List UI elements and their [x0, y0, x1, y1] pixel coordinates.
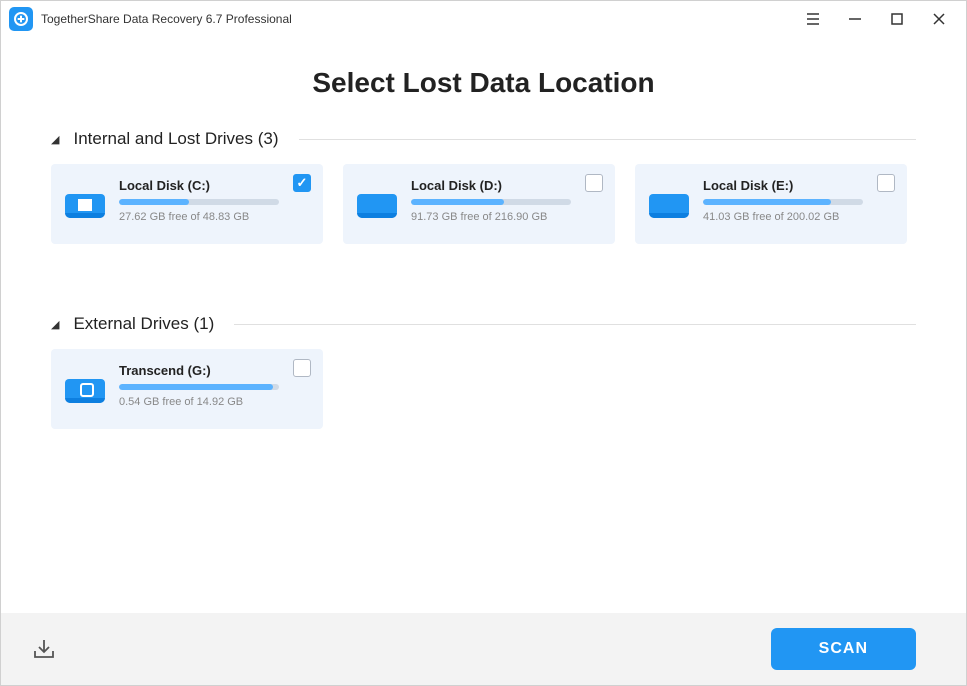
usage-bar: [119, 199, 279, 205]
drive-info: Local Disk (D:) 91.73 GB free of 216.90 …: [411, 178, 601, 230]
drive-space: 27.62 GB free of 48.83 GB: [119, 211, 309, 223]
drive-name: Local Disk (D:): [411, 178, 601, 193]
section-external-header[interactable]: ◢ External Drives (1): [51, 314, 916, 334]
divider: [299, 139, 916, 140]
chevron-down-icon: ◢: [51, 133, 59, 146]
usage-bar: [703, 199, 863, 205]
main-content: Select Lost Data Location ◢ Internal and…: [1, 37, 966, 613]
minimize-icon[interactable]: [846, 10, 864, 28]
drive-info: Transcend (G:) 0.54 GB free of 14.92 GB: [119, 363, 309, 415]
drive-info: Local Disk (C:) 27.62 GB free of 48.83 G…: [119, 178, 309, 230]
drive-info: Local Disk (E:) 41.03 GB free of 200.02 …: [703, 178, 893, 230]
app-logo-icon: [9, 7, 33, 31]
drive-card[interactable]: Transcend (G:) 0.54 GB free of 14.92 GB: [51, 349, 323, 429]
drive-icon: [649, 186, 689, 218]
drive-checkbox[interactable]: [585, 174, 603, 192]
titlebar-controls: [804, 10, 958, 28]
drive-card[interactable]: Local Disk (E:) 41.03 GB free of 200.02 …: [635, 164, 907, 244]
drive-space: 0.54 GB free of 14.92 GB: [119, 396, 309, 408]
drive-name: Local Disk (C:): [119, 178, 309, 193]
drive-card[interactable]: Local Disk (C:) 27.62 GB free of 48.83 G…: [51, 164, 323, 244]
internal-drives-grid: Local Disk (C:) 27.62 GB free of 48.83 G…: [51, 164, 916, 244]
drive-checkbox[interactable]: [877, 174, 895, 192]
footer: SCAN: [1, 613, 966, 685]
usage-bar: [411, 199, 571, 205]
chevron-down-icon: ◢: [51, 318, 59, 331]
drive-name: Transcend (G:): [119, 363, 309, 378]
section-internal-header[interactable]: ◢ Internal and Lost Drives (3): [51, 129, 916, 149]
drive-name: Local Disk (E:): [703, 178, 893, 193]
app-title: TogetherShare Data Recovery 6.7 Professi…: [41, 12, 804, 26]
menu-icon[interactable]: [804, 10, 822, 28]
drive-checkbox[interactable]: [293, 359, 311, 377]
scan-button[interactable]: SCAN: [771, 628, 916, 670]
external-drives-grid: Transcend (G:) 0.54 GB free of 14.92 GB: [51, 349, 916, 429]
drive-icon: [65, 186, 105, 218]
section-internal-label: Internal and Lost Drives (3): [73, 129, 278, 149]
maximize-icon[interactable]: [888, 10, 906, 28]
download-icon[interactable]: [31, 636, 57, 662]
usage-bar: [119, 384, 279, 390]
section-external-label: External Drives (1): [73, 314, 214, 334]
page-title: Select Lost Data Location: [51, 67, 916, 99]
drive-checkbox[interactable]: [293, 174, 311, 192]
drive-card[interactable]: Local Disk (D:) 91.73 GB free of 216.90 …: [343, 164, 615, 244]
titlebar: TogetherShare Data Recovery 6.7 Professi…: [1, 1, 966, 37]
drive-icon: [65, 371, 105, 403]
divider: [234, 324, 916, 325]
drive-space: 41.03 GB free of 200.02 GB: [703, 211, 893, 223]
close-icon[interactable]: [930, 10, 948, 28]
drive-icon: [357, 186, 397, 218]
drive-space: 91.73 GB free of 216.90 GB: [411, 211, 601, 223]
